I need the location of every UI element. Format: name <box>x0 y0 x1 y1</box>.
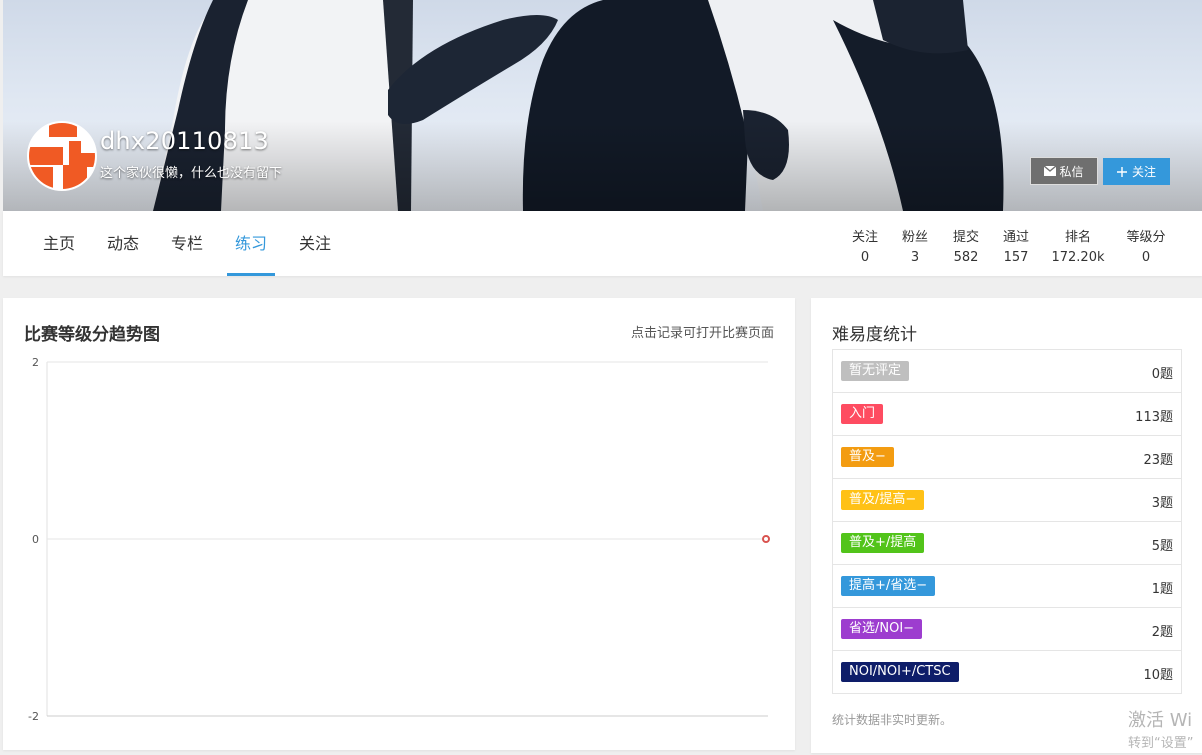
difficulty-row: 普及/提高− 3题 <box>833 478 1181 521</box>
stat-label: 提交 <box>952 230 979 245</box>
stat-value: 157 <box>1003 250 1029 265</box>
difficulty-count: 23题 <box>1143 453 1173 468</box>
difficulty-tag[interactable]: 入门 <box>841 404 884 424</box>
stat-value: 582 <box>953 250 979 265</box>
stat-value: 0 <box>860 250 870 265</box>
activation-watermark-hint: 转到“设置” <box>1128 736 1194 751</box>
profile-banner: dhx20110813 这个家伙很懒，什么也没有留下 私信 关注 <box>3 0 1202 211</box>
activation-watermark-title: 激活 Wi <box>1128 710 1193 731</box>
difficulty-tag[interactable]: 提高+/省选− <box>841 576 936 596</box>
stat-following[interactable]: 关注 0 <box>845 226 885 265</box>
stat-rating[interactable]: 等级分 0 <box>1121 226 1171 265</box>
stat-label: 等级分 <box>1126 230 1166 245</box>
stat-accepted[interactable]: 通过 157 <box>996 226 1036 265</box>
difficulty-count: 1题 <box>1151 582 1173 597</box>
avatar[interactable] <box>27 121 97 191</box>
rating-trend-chart[interactable]: 2 0 -2 <box>3 298 795 750</box>
difficulty-row: 提高+/省选− 1题 <box>833 564 1181 607</box>
follow-button[interactable]: 关注 <box>1103 158 1170 185</box>
difficulty-tag[interactable]: NOI/NOI+/CTSC <box>841 662 959 682</box>
stat-followers[interactable]: 粉丝 3 <box>895 226 935 265</box>
stat-submissions[interactable]: 提交 582 <box>946 226 986 265</box>
y-tick-label: 2 <box>32 356 39 369</box>
stat-label: 关注 <box>851 230 878 245</box>
difficulty-count: 2题 <box>1151 625 1173 640</box>
stat-label: 粉丝 <box>901 230 928 245</box>
y-tick-label: -2 <box>28 710 39 723</box>
difficulty-count: 113题 <box>1135 410 1173 425</box>
stat-value: 0 <box>1141 250 1151 265</box>
difficulty-tag[interactable]: 普及/提高− <box>841 490 925 510</box>
follow-label: 关注 <box>1131 165 1156 179</box>
tab-home[interactable]: 主页 <box>41 211 77 276</box>
difficulty-count: 10题 <box>1143 668 1173 683</box>
difficulty-row: 普及− 23题 <box>833 435 1181 478</box>
envelope-icon <box>1044 166 1057 176</box>
difficulty-tag[interactable]: 普及+/提高 <box>841 533 925 553</box>
difficulty-card-title: 难易度统计 <box>832 325 917 345</box>
difficulty-table: 暂无评定 0题 入门 113题 普及− 23题 普及/提高− 3题 普及+/提高… <box>832 349 1182 694</box>
difficulty-row: NOI/NOI+/CTSC 10题 <box>833 650 1181 693</box>
tab-following[interactable]: 关注 <box>297 211 333 276</box>
difficulty-stats-card: 难易度统计 暂无评定 0题 入门 113题 普及− 23题 普及/提高− 3题 … <box>811 298 1202 753</box>
profile-nav: 主页 动态 专栏 练习 关注 关注 0 粉丝 3 提交 582 通过 157 排… <box>3 211 1202 276</box>
stat-ranking[interactable]: 排名 172.20k <box>1048 226 1108 265</box>
difficulty-row: 普及+/提高 5题 <box>833 521 1181 564</box>
username: dhx20110813 <box>100 127 270 155</box>
stat-label: 通过 <box>1002 230 1029 245</box>
stats-note: 统计数据非实时更新。 <box>832 713 953 727</box>
private-message-button[interactable]: 私信 <box>1030 157 1098 185</box>
user-slogan: 这个家伙很懒，什么也没有留下 <box>100 166 283 181</box>
difficulty-row: 省选/NOI− 2题 <box>833 607 1181 650</box>
difficulty-row: 入门 113题 <box>833 392 1181 435</box>
avatar-identicon <box>29 123 95 189</box>
difficulty-tag[interactable]: 省选/NOI− <box>841 619 923 639</box>
tab-practice[interactable]: 练习 <box>227 211 275 276</box>
private-message-label: 私信 <box>1059 164 1084 179</box>
stat-value: 172.20k <box>1051 250 1105 265</box>
tab-activity[interactable]: 动态 <box>105 211 141 276</box>
rating-trend-card: 比赛等级分趋势图 点击记录可打开比赛页面 2 0 -2 <box>3 298 795 750</box>
stat-label: 排名 <box>1064 230 1091 245</box>
data-point[interactable] <box>762 535 770 543</box>
stat-value: 3 <box>910 250 920 265</box>
difficulty-count: 5题 <box>1151 539 1173 554</box>
y-tick-label: 0 <box>32 533 39 546</box>
plus-icon <box>1116 166 1127 177</box>
difficulty-count: 0题 <box>1151 367 1173 382</box>
tab-articles[interactable]: 专栏 <box>169 211 205 276</box>
difficulty-count: 3题 <box>1151 496 1173 511</box>
difficulty-row: 暂无评定 0题 <box>833 350 1181 392</box>
difficulty-tag[interactable]: 普及− <box>841 447 894 467</box>
difficulty-tag[interactable]: 暂无评定 <box>841 361 910 381</box>
